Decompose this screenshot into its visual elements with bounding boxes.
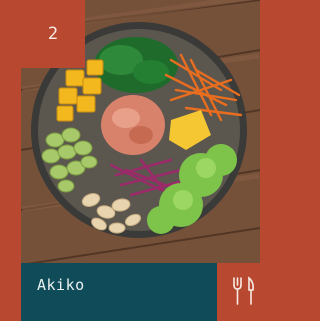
card-index-badge: 2: [21, 0, 85, 68]
fork-knife-button[interactable]: [217, 263, 260, 321]
dish-name: Akiko: [37, 276, 85, 294]
card-index-number: 2: [47, 24, 59, 44]
menu-card[interactable]: 2 Akiko: [0, 0, 260, 321]
card-name-bar[interactable]: Akiko: [21, 263, 217, 321]
fork-knife-icon: [233, 276, 254, 305]
